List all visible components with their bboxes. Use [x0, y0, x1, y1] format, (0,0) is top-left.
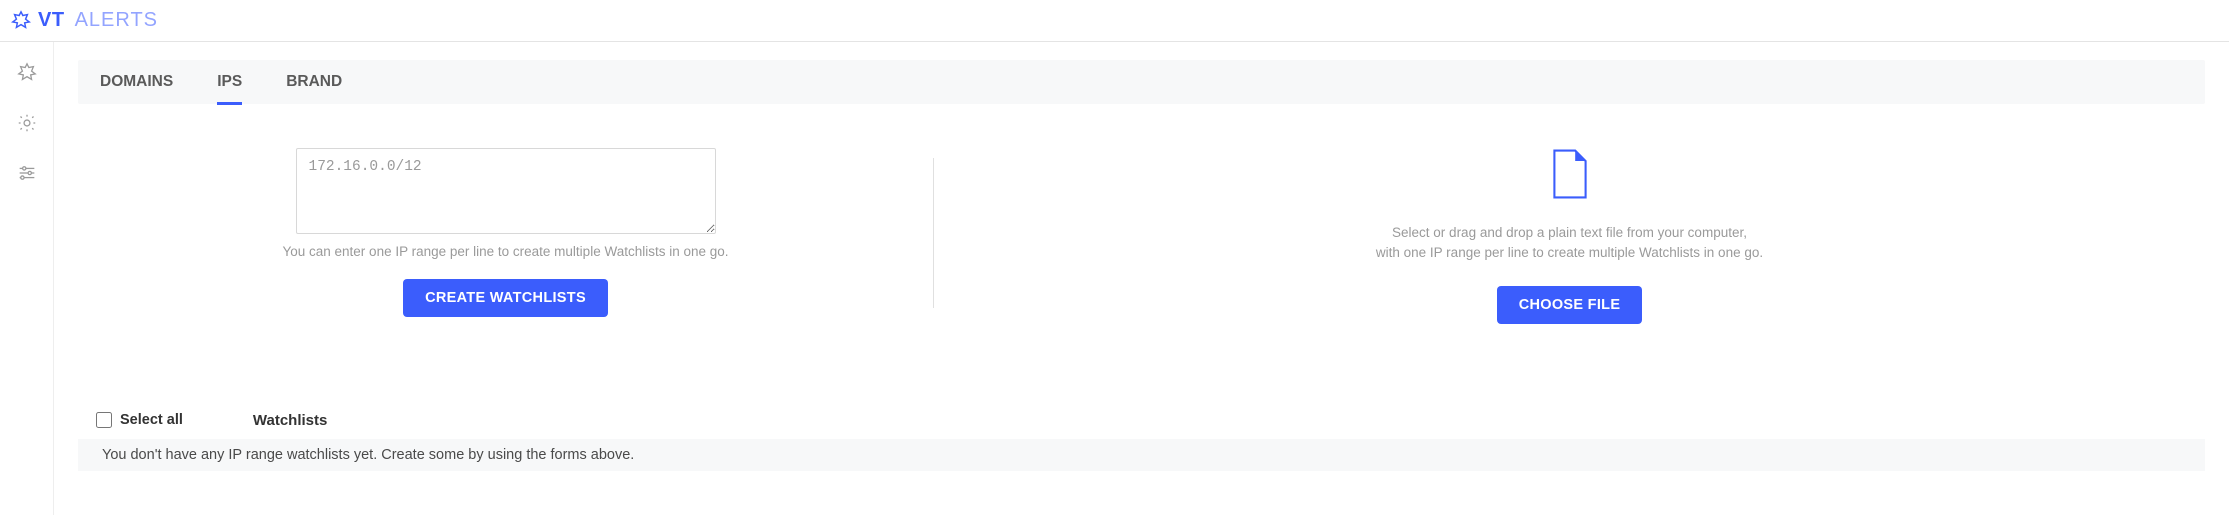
file-upload-form[interactable]: Select or drag and drop a plain text fil…	[934, 148, 2205, 324]
choose-file-button[interactable]: CHOOSE FILE	[1497, 286, 1643, 324]
maple-icon[interactable]	[16, 62, 38, 84]
app-header: VT ALERTS	[0, 0, 2229, 42]
main-content: DOMAINS IPS BRAND You can enter one IP r…	[54, 42, 2229, 515]
sliders-icon[interactable]	[16, 162, 38, 184]
empty-state: You don't have any IP range watchlists y…	[78, 439, 2205, 471]
create-watchlists-button[interactable]: CREATE WATCHLISTS	[403, 279, 608, 317]
file-icon	[1549, 148, 1591, 205]
ip-hint: You can enter one IP range per line to c…	[282, 244, 728, 259]
brand-bold: VT	[38, 9, 65, 32]
forms-row: You can enter one IP range per line to c…	[78, 148, 2205, 324]
tab-label: DOMAINS	[100, 73, 173, 91]
file-hint: Select or drag and drop a plain text fil…	[1376, 223, 1763, 264]
tab-ips[interactable]: IPS	[195, 60, 264, 104]
ip-range-input[interactable]	[296, 148, 716, 234]
file-hint-line2: with one IP range per line to create mul…	[1376, 245, 1763, 260]
tab-brand[interactable]: BRAND	[264, 60, 364, 104]
select-all-checkbox[interactable]	[96, 412, 112, 428]
tab-label: BRAND	[286, 73, 342, 91]
tab-label: IPS	[217, 73, 242, 91]
ip-entry-form: You can enter one IP range per line to c…	[78, 148, 933, 317]
watchlists-column-header: Watchlists	[253, 412, 327, 429]
select-all-label: Select all	[120, 412, 183, 428]
file-hint-line1: Select or drag and drop a plain text fil…	[1392, 225, 1747, 240]
watchlists-header: Select all Watchlists	[78, 412, 2205, 429]
tab-domains[interactable]: DOMAINS	[78, 60, 195, 104]
brand-light: ALERTS	[75, 9, 158, 32]
sidebar	[0, 42, 54, 515]
select-all[interactable]: Select all	[96, 412, 183, 428]
logo[interactable]: VT ALERTS	[10, 9, 158, 32]
tabs-bar: DOMAINS IPS BRAND	[78, 60, 2205, 104]
maple-icon	[10, 10, 32, 32]
gear-icon[interactable]	[16, 112, 38, 134]
